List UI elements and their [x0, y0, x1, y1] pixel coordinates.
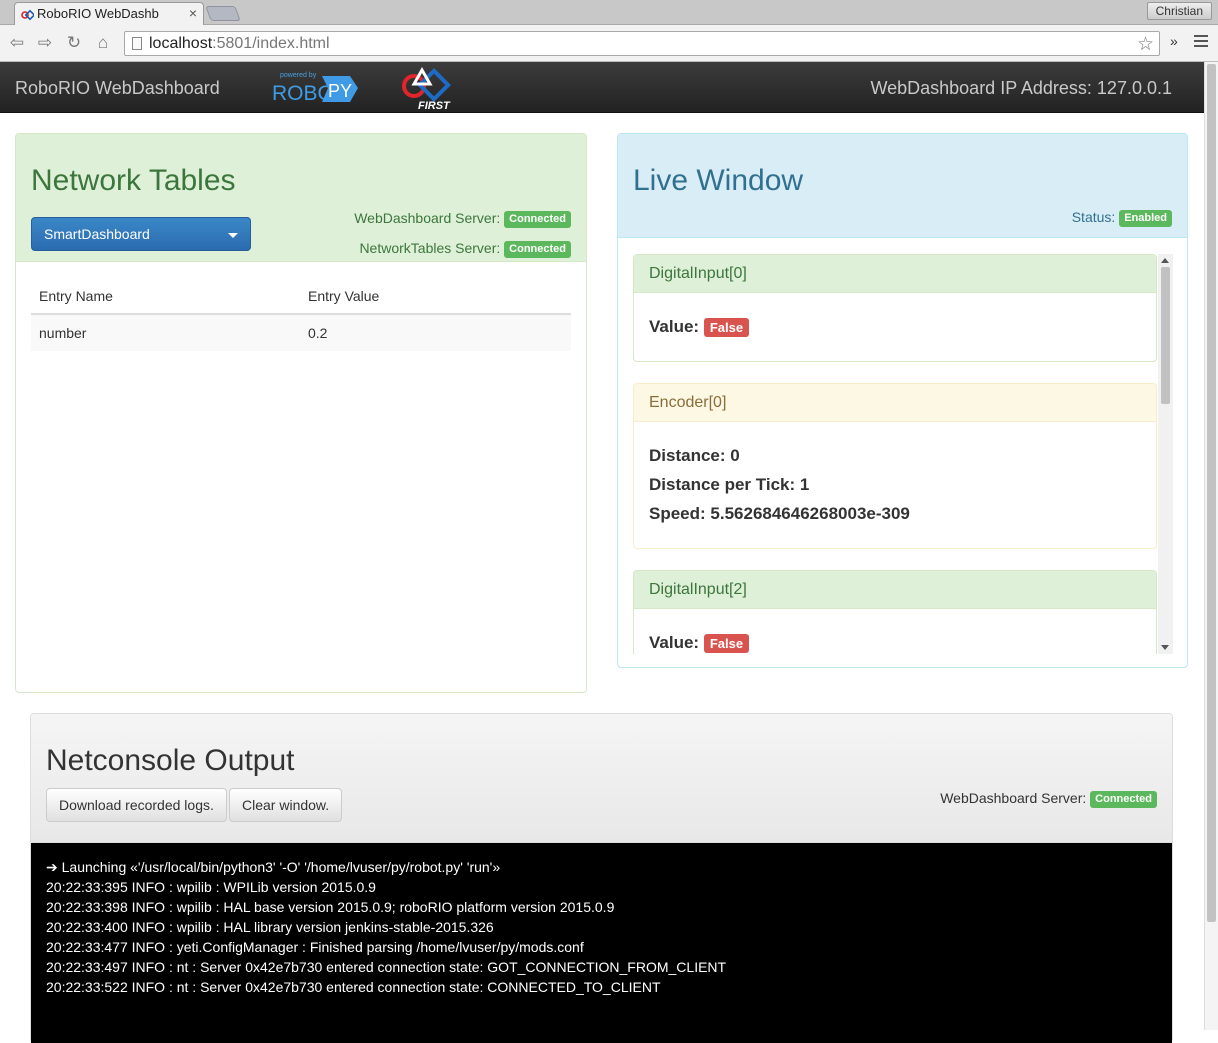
entry-name-cell: number: [31, 313, 300, 351]
live-window-title: Live Window: [633, 164, 804, 197]
forward-arrow-icon[interactable]: ⇨: [34, 33, 56, 53]
back-arrow-icon[interactable]: ⇦: [6, 33, 28, 53]
first-logo: FIRST: [402, 66, 451, 110]
netconsole-title: Netconsole Output: [46, 744, 295, 777]
svg-text:FIRST: FIRST: [418, 100, 451, 110]
status-badge: Enabled: [1119, 209, 1172, 227]
scrollbar-thumb[interactable]: [1161, 267, 1170, 404]
encoder-0-card: Encoder[0] Distance: 0 Distance per Tick…: [633, 383, 1157, 549]
console-line: 20:22:33:522 INFO : nt : Server 0x42e7b7…: [46, 979, 661, 995]
reload-icon[interactable]: ↻: [63, 33, 85, 53]
netconsole-panel: Netconsole Output Download recorded logs…: [30, 713, 1173, 1043]
table-row[interactable]: number 0.2: [31, 313, 571, 351]
value-row: Value: False: [634, 317, 1156, 346]
speed-row: Speed: 5.562684646268003e-309: [649, 504, 910, 523]
dropdown-selected-value: SmartDashboard: [44, 226, 150, 242]
bookmark-star-icon[interactable]: ☆: [1137, 33, 1154, 56]
webdashboard-server-status: WebDashboard Server: Connected: [354, 210, 571, 228]
table-select-dropdown[interactable]: SmartDashboard: [31, 217, 251, 251]
close-tab-icon[interactable]: ×: [189, 5, 197, 21]
address-bar[interactable]: localhost:5801/index.html ☆: [124, 31, 1160, 56]
navbar: RoboRIO WebDashboard powered by ROBOT PY…: [0, 62, 1218, 113]
scroll-up-arrow-icon[interactable]: [1161, 258, 1169, 263]
netconsole-server-status: WebDashboard Server: Connected: [940, 790, 1157, 808]
page-scrollbar-thumb[interactable]: [1207, 64, 1216, 922]
console-output[interactable]: ➔ Launching «'/usr/local/bin/python3' '-…: [31, 843, 1172, 1043]
value-row: Value: False: [634, 633, 1156, 654]
entries-table: Entry Name Entry Value number 0.2: [31, 279, 571, 351]
url-text: localhost:5801/index.html: [149, 35, 330, 52]
svg-text:PY: PY: [328, 81, 352, 101]
live-window-scroll-area[interactable]: DigitalInput[0] Value: False Encoder[0] …: [633, 254, 1173, 654]
value-badge: False: [703, 634, 750, 654]
new-tab-button[interactable]: [205, 6, 241, 21]
ip-address-text: WebDashboard IP Address: 127.0.0.1: [870, 78, 1172, 98]
status-badge: Connected: [1090, 790, 1157, 808]
clear-window-button[interactable]: Clear window.: [229, 788, 343, 822]
console-line: 20:22:33:477 INFO : yeti.ConfigManager :…: [46, 939, 584, 955]
first-favicon-icon: [21, 9, 34, 21]
column-header-entry-value: Entry Value: [300, 279, 571, 315]
browser-tab[interactable]: RoboRIO WebDashb ×: [14, 2, 204, 25]
menu-icon[interactable]: [1194, 35, 1208, 47]
browser-tab-title: RoboRIO WebDashb: [37, 6, 159, 21]
home-icon[interactable]: ⌂: [92, 33, 114, 53]
digitalinput-2-card: DigitalInput[2] Value: False: [633, 570, 1157, 654]
entry-value-cell: 0.2: [300, 313, 571, 351]
live-window-heading: Live Window Status: Enabled: [618, 134, 1187, 238]
browser-tab-strip: RoboRIO WebDashb × Christian: [0, 0, 1218, 25]
card-title: DigitalInput[2]: [634, 571, 1156, 609]
distance-row: Distance: 0: [649, 446, 740, 465]
live-window-panel: Live Window Status: Enabled DigitalInput…: [617, 133, 1188, 668]
scroll-down-arrow-icon[interactable]: [1161, 645, 1169, 650]
browser-toolbar: ⇦ ⇨ ↻ ⌂ localhost:5801/index.html ☆ »: [0, 25, 1218, 62]
console-line: 20:22:33:395 INFO : wpilib : WPILib vers…: [46, 879, 376, 895]
status-badge: Connected: [504, 210, 571, 228]
network-tables-heading: Network Tables SmartDashboard WebDashboa…: [16, 134, 586, 262]
network-tables-title: Network Tables: [31, 164, 236, 197]
page-icon: [132, 37, 142, 50]
download-logs-button[interactable]: Download recorded logs.: [46, 788, 227, 822]
live-window-scrollbar[interactable]: [1158, 254, 1173, 654]
robotpy-logo: powered by ROBOT PY: [272, 72, 358, 105]
console-line: 20:22:33:398 INFO : wpilib : HAL base ve…: [46, 899, 615, 915]
card-title: DigitalInput[0]: [634, 255, 1156, 293]
console-line: ➔ Launching «'/usr/local/bin/python3' '-…: [46, 859, 501, 875]
console-line: 20:22:33:497 INFO : nt : Server 0x42e7b7…: [46, 959, 727, 975]
netconsole-heading: Netconsole Output Download recorded logs…: [31, 714, 1172, 843]
value-badge: False: [703, 318, 750, 338]
status-badge: Connected: [504, 240, 571, 258]
page-scrollbar[interactable]: [1204, 62, 1218, 1030]
card-title: Encoder[0]: [634, 384, 1156, 422]
network-tables-panel: Network Tables SmartDashboard WebDashboa…: [15, 133, 587, 693]
distance-per-tick-row: Distance per Tick: 1: [649, 475, 810, 494]
networktables-server-status: NetworkTables Server: Connected: [359, 240, 571, 258]
caret-down-icon: [228, 233, 238, 238]
column-header-entry-name: Entry Name: [31, 279, 300, 315]
console-line: 20:22:33:400 INFO : wpilib : HAL library…: [46, 919, 494, 935]
profile-user-button[interactable]: Christian: [1146, 2, 1212, 20]
svg-text:powered by: powered by: [280, 72, 317, 79]
brand-title[interactable]: RoboRIO WebDashboard: [15, 78, 220, 99]
digitalinput-0-card: DigitalInput[0] Value: False: [633, 254, 1157, 362]
extensions-overflow-icon[interactable]: »: [1170, 33, 1178, 49]
live-window-status: Status: Enabled: [1072, 209, 1172, 227]
